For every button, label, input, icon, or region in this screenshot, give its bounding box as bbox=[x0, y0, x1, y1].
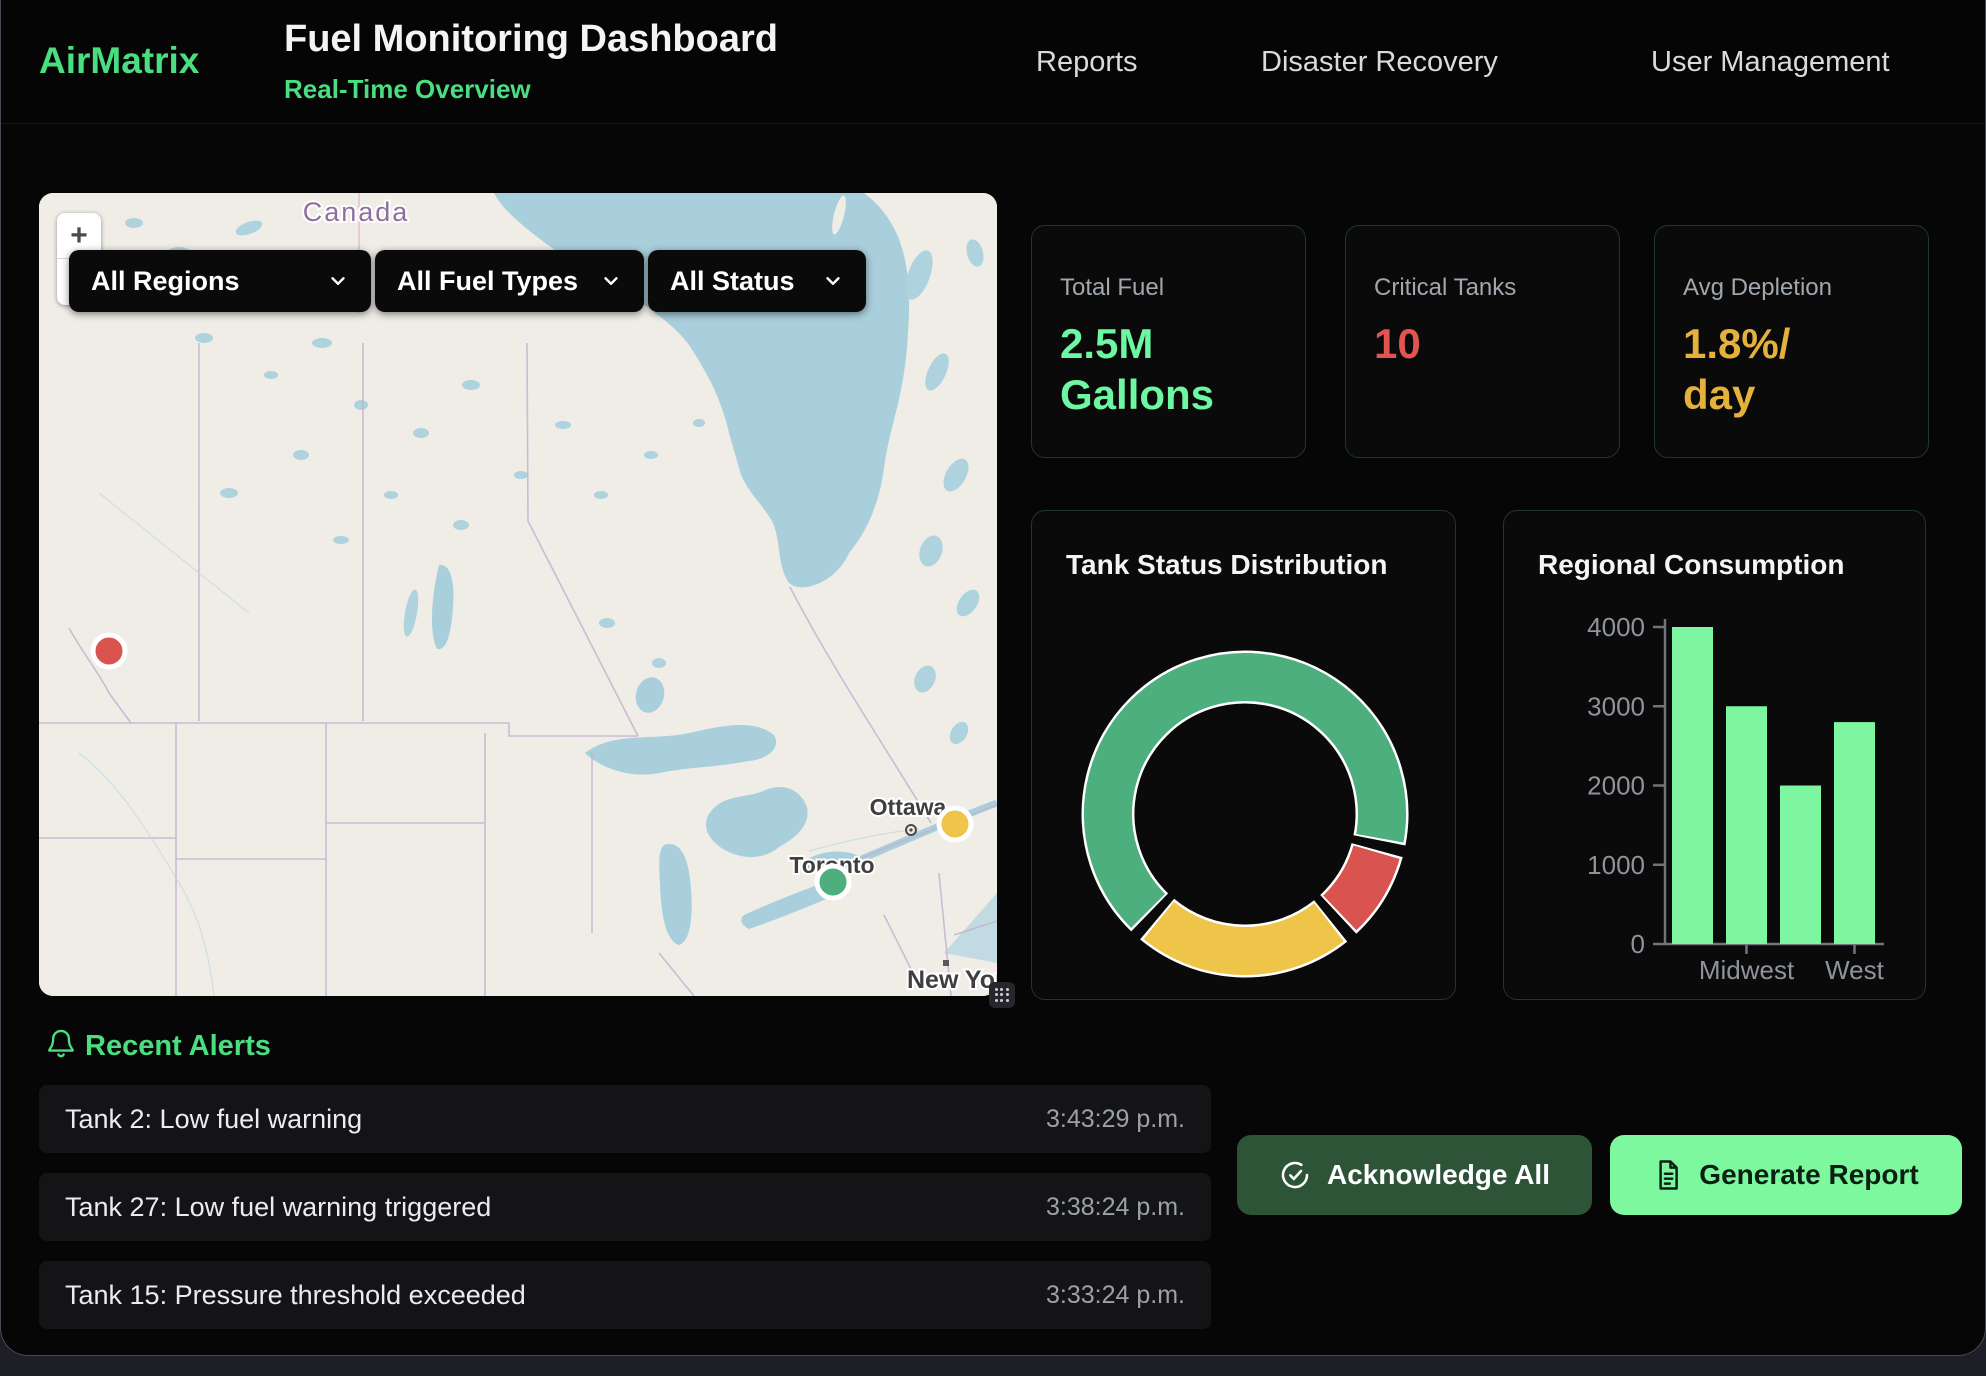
acknowledge-all-button[interactable]: Acknowledge All bbox=[1237, 1135, 1592, 1215]
alert-row: Tank 15: Pressure threshold exceeded 3:3… bbox=[39, 1261, 1211, 1329]
filter-fuel-types-label: All Fuel Types bbox=[397, 266, 578, 297]
alert-row: Tank 27: Low fuel warning triggered 3:38… bbox=[39, 1173, 1211, 1241]
stat-card-total-fuel: Total Fuel 2.5M Gallons bbox=[1031, 225, 1306, 458]
map-label-ottawa: Ottawa bbox=[870, 794, 947, 820]
tank-status-donut-chart bbox=[1032, 511, 1457, 1001]
check-circle-icon bbox=[1279, 1159, 1311, 1191]
stat-label: Critical Tanks bbox=[1374, 274, 1516, 302]
bar-2 bbox=[1780, 786, 1821, 945]
stat-card-critical-tanks: Critical Tanks 10 bbox=[1345, 225, 1620, 458]
nav-reports[interactable]: Reports bbox=[1036, 46, 1138, 79]
stat-value: 10 bbox=[1374, 318, 1421, 369]
filter-fuel-types[interactable]: All Fuel Types bbox=[375, 250, 644, 312]
screen: AirMatrix Fuel Monitoring Dashboard Real… bbox=[0, 0, 1986, 1376]
chevron-down-icon bbox=[822, 270, 844, 292]
page-title: Fuel Monitoring Dashboard bbox=[284, 18, 778, 61]
x-tick-label: West bbox=[1825, 955, 1885, 985]
alert-text: Tank 15: Pressure threshold exceeded bbox=[65, 1280, 526, 1311]
regional-consumption-bar-chart: 0 1000 2000 3000 4000 Midwest West bbox=[1504, 511, 1927, 1001]
alert-time: 3:38:24 p.m. bbox=[1046, 1193, 1185, 1222]
alert-text: Tank 27: Low fuel warning triggered bbox=[65, 1192, 491, 1223]
nav-user-management[interactable]: User Management bbox=[1651, 46, 1890, 79]
y-tick-label: 2000 bbox=[1587, 771, 1645, 801]
alerts-heading: Recent Alerts bbox=[85, 1030, 271, 1063]
filter-regions-label: All Regions bbox=[91, 266, 240, 297]
filter-status-label: All Status bbox=[670, 266, 795, 297]
stat-value: 1.8%/ day bbox=[1683, 318, 1790, 420]
map-label-new-york: New York bbox=[907, 966, 997, 994]
alert-text: Tank 2: Low fuel warning bbox=[65, 1104, 362, 1135]
document-icon bbox=[1653, 1159, 1683, 1191]
x-tick-label: Midwest bbox=[1699, 955, 1795, 985]
generate-report-label: Generate Report bbox=[1699, 1159, 1918, 1191]
map-marker-normal[interactable] bbox=[817, 866, 849, 898]
nav-disaster-recovery[interactable]: Disaster Recovery bbox=[1261, 46, 1498, 79]
alert-row: Tank 2: Low fuel warning 3:43:29 p.m. bbox=[39, 1085, 1211, 1153]
map-label-canada: Canada bbox=[303, 197, 410, 227]
fuel-map[interactable]: Canada Ottawa Toronto New York + − All R… bbox=[39, 193, 997, 996]
bell-icon bbox=[45, 1027, 77, 1061]
y-tick-label: 0 bbox=[1631, 929, 1645, 959]
alert-time: 3:33:24 p.m. bbox=[1046, 1281, 1185, 1310]
tank-status-card: Tank Status Distribution bbox=[1031, 510, 1456, 1000]
y-tick-label: 1000 bbox=[1587, 850, 1645, 880]
brand-logo: AirMatrix bbox=[39, 40, 199, 82]
filter-regions[interactable]: All Regions bbox=[69, 250, 371, 312]
generate-report-button[interactable]: Generate Report bbox=[1610, 1135, 1962, 1215]
bar-1 bbox=[1726, 706, 1767, 944]
filter-status[interactable]: All Status bbox=[648, 250, 866, 312]
bar-0 bbox=[1672, 627, 1713, 944]
map-canvas: Canada Ottawa Toronto New York bbox=[39, 193, 997, 996]
chevron-down-icon bbox=[600, 270, 622, 292]
chevron-down-icon bbox=[327, 270, 349, 292]
dashboard-container: AirMatrix Fuel Monitoring Dashboard Real… bbox=[0, 0, 1986, 1356]
y-tick-label: 3000 bbox=[1587, 691, 1645, 721]
map-marker-critical[interactable] bbox=[93, 635, 125, 667]
map-marker-warning[interactable] bbox=[939, 808, 971, 840]
stat-label: Avg Depletion bbox=[1683, 274, 1832, 302]
alert-time: 3:43:29 p.m. bbox=[1046, 1105, 1185, 1134]
stat-value: 2.5M Gallons bbox=[1060, 318, 1214, 420]
stat-label: Total Fuel bbox=[1060, 274, 1164, 302]
bar-3 bbox=[1834, 722, 1875, 944]
map-resize-handle[interactable] bbox=[989, 982, 1015, 1008]
page-subtitle: Real-Time Overview bbox=[284, 74, 531, 105]
acknowledge-all-label: Acknowledge All bbox=[1327, 1159, 1550, 1191]
map-town-dot-ottawa-center bbox=[909, 828, 912, 831]
regional-consumption-card: Regional Consumption 01000200030004000Mi… bbox=[1503, 510, 1926, 1000]
y-tick-label: 4000 bbox=[1587, 612, 1645, 642]
stat-card-avg-depletion: Avg Depletion 1.8%/ day bbox=[1654, 225, 1929, 458]
header: AirMatrix Fuel Monitoring Dashboard Real… bbox=[1, 0, 1985, 124]
